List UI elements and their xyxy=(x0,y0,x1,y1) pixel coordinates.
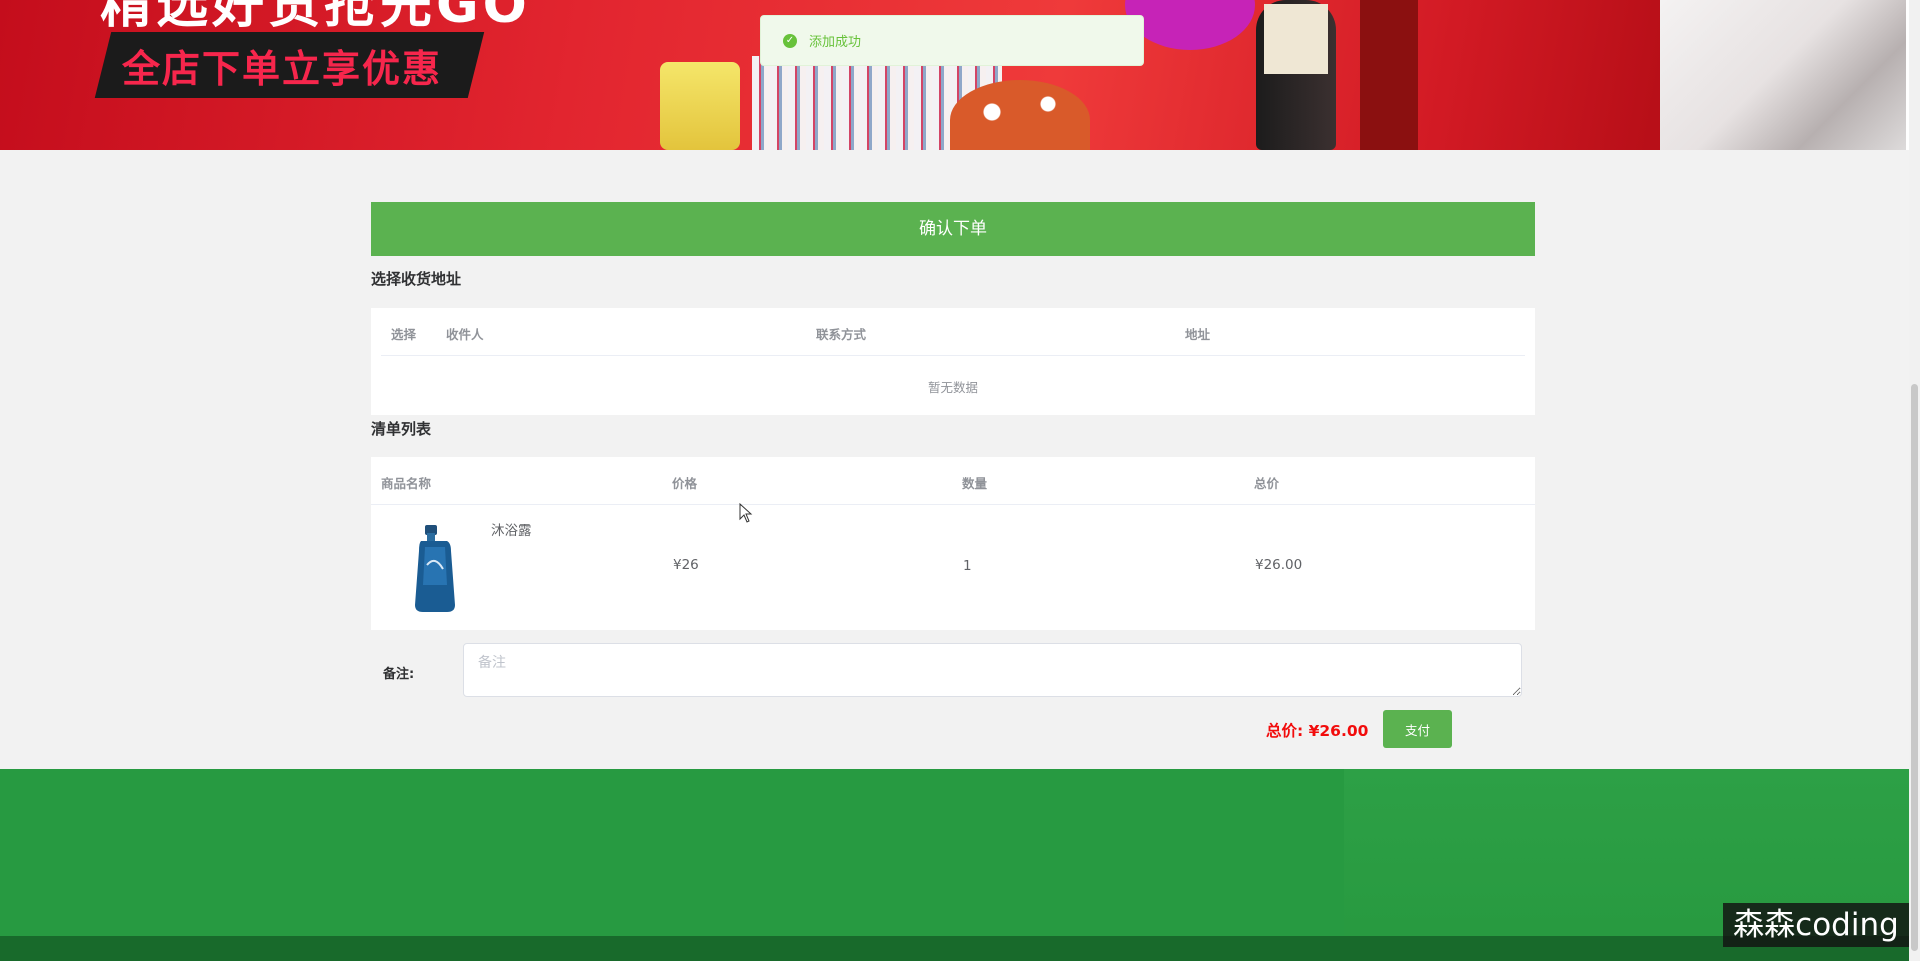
list-col-total: 总价 xyxy=(1254,476,1280,491)
item-price: ¥26 xyxy=(673,557,699,573)
order-items-table: 商品名称 价格 数量 总价 沐浴露 ¥26 1 ¥26.00 xyxy=(371,457,1535,630)
banner-next-slide-image xyxy=(1660,0,1920,150)
banner-purple-shape xyxy=(1125,0,1255,50)
item-quantity: 1 xyxy=(963,558,972,574)
address-empty-text: 暂无数据 xyxy=(927,380,978,395)
toast-message: 添加成功 xyxy=(809,35,862,50)
banner-tape-image xyxy=(660,62,740,150)
list-col-name: 商品名称 xyxy=(381,476,432,491)
address-section-title: 选择收货地址 xyxy=(371,270,462,288)
banner-promo-text: 全店下单立享优惠 xyxy=(122,47,443,91)
shower-gel-bottle-icon xyxy=(415,525,455,612)
banner-bag-image xyxy=(1360,0,1418,150)
mouse-cursor-icon xyxy=(739,503,753,523)
footer-bottom-bar xyxy=(0,936,1920,961)
table-row: 沐浴露 ¥26 1 ¥26.00 xyxy=(371,505,1535,630)
order-total: 总价: ¥26.00 xyxy=(1266,722,1369,740)
confirm-order-header: 确认下单 xyxy=(371,202,1535,256)
success-toast: ✓ 添加成功 xyxy=(760,15,1144,66)
address-col-select: 选择 xyxy=(391,327,417,342)
address-col-address: 地址 xyxy=(1185,327,1211,342)
banner-wine-label xyxy=(1264,4,1328,74)
list-section-title: 清单列表 xyxy=(371,420,432,438)
list-col-quantity: 数量 xyxy=(962,476,988,491)
address-header-divider xyxy=(381,355,1525,356)
remark-input[interactable] xyxy=(463,643,1522,697)
item-total: ¥26.00 xyxy=(1255,557,1303,573)
address-col-contact: 联系方式 xyxy=(816,327,867,342)
video-watermark: 森森coding xyxy=(1723,903,1909,947)
page-scrollbar-thumb[interactable] xyxy=(1911,384,1918,951)
banner-basket-image xyxy=(950,80,1090,150)
list-col-price: 价格 xyxy=(672,476,698,491)
item-name: 沐浴露 xyxy=(491,523,532,539)
pay-button[interactable]: 支付 xyxy=(1383,710,1452,748)
remark-label: 备注: xyxy=(383,667,415,682)
address-table: 选择 收件人 联系方式 地址 暂无数据 xyxy=(371,308,1535,415)
address-col-recipient: 收件人 xyxy=(446,327,484,342)
check-circle-icon: ✓ xyxy=(783,33,797,48)
